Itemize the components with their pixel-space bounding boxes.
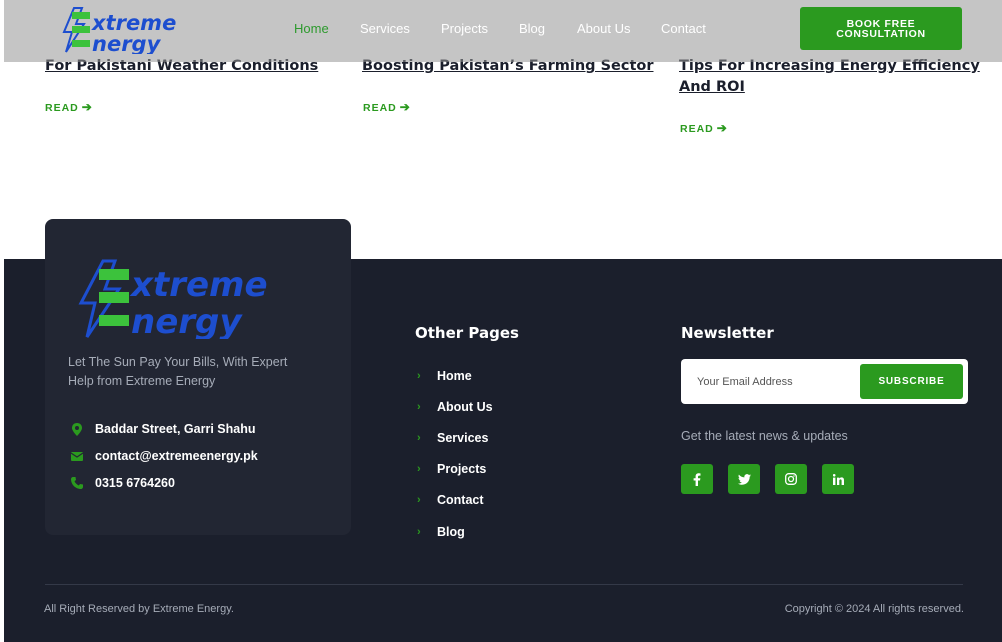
footer-link-projects[interactable]: › Projects bbox=[414, 454, 493, 485]
chevron-right-icon: › bbox=[417, 525, 421, 538]
post-title-line: And ROI bbox=[679, 79, 745, 95]
chevron-right-icon: › bbox=[417, 400, 421, 413]
other-pages-title: Other Pages bbox=[415, 324, 519, 342]
email-text: contact@extremeenergy.pk bbox=[95, 449, 258, 463]
nav-contact[interactable]: Contact bbox=[661, 21, 706, 36]
extreme-energy-logo[interactable]: xtreme nergy bbox=[60, 6, 190, 54]
footer-link-about-us[interactable]: › About Us bbox=[414, 391, 493, 422]
newsletter-subtext: Get the latest news & updates bbox=[681, 429, 848, 443]
footer-link-label: Home bbox=[437, 368, 472, 383]
instagram-icon[interactable] bbox=[775, 464, 807, 494]
footer-links: › Home › About Us › Services › Projects › Con… bbox=[414, 360, 493, 547]
address-text: Baddar Street, Garri Shahu bbox=[95, 422, 256, 436]
twitter-icon[interactable] bbox=[728, 464, 760, 494]
footer-tagline: Let The Sun Pay Your Bills, With Expert … bbox=[68, 355, 288, 388]
footer-link-label: Services bbox=[437, 430, 489, 445]
footer-link-label: Contact bbox=[437, 493, 484, 508]
facebook-icon[interactable] bbox=[681, 464, 713, 494]
nav-services[interactable]: Services bbox=[360, 21, 410, 36]
footer-divider bbox=[45, 584, 963, 585]
book-consultation-button[interactable]: BOOK FREE CONSULTATION bbox=[800, 7, 962, 50]
chevron-right-icon: › bbox=[417, 431, 421, 444]
read-link[interactable]: READ ➔ bbox=[680, 121, 728, 135]
phone-icon bbox=[67, 475, 87, 491]
linkedin-icon[interactable] bbox=[822, 464, 854, 494]
svg-text:nergy: nergy bbox=[92, 32, 162, 54]
footer-link-label: Projects bbox=[437, 462, 487, 477]
arrow-right-icon: ➔ bbox=[399, 100, 411, 114]
arrow-right-icon: ➔ bbox=[81, 100, 93, 114]
footer-link-blog[interactable]: › Blog bbox=[414, 516, 493, 547]
extreme-energy-logo[interactable]: xtreme nergy bbox=[77, 259, 285, 339]
subscribe-button[interactable]: SUBSCRIBE bbox=[860, 364, 963, 399]
nav-about-us[interactable]: About Us bbox=[577, 21, 630, 36]
footer-link-services[interactable]: › Services bbox=[414, 422, 493, 453]
arrow-right-icon: ➔ bbox=[716, 121, 728, 135]
footer-link-label: About Us bbox=[437, 399, 493, 414]
book-button-line: CONSULTATION bbox=[836, 28, 926, 40]
envelope-icon bbox=[67, 448, 87, 464]
read-link[interactable]: READ ➔ bbox=[45, 100, 93, 114]
post-title[interactable]: Tips For Increasing Energy Efficiency An… bbox=[679, 56, 980, 98]
copyright-left: All Right Reserved by Extreme Energy. bbox=[44, 603, 234, 615]
address-row: Baddar Street, Garri Shahu bbox=[67, 421, 255, 437]
newsletter-form: SUBSCRIBE bbox=[681, 359, 968, 404]
social-links bbox=[681, 464, 869, 494]
chevron-right-icon: › bbox=[417, 463, 421, 476]
phone-text: 0315 6764260 bbox=[95, 476, 175, 490]
chevron-right-icon: › bbox=[417, 494, 421, 507]
read-link[interactable]: READ ➔ bbox=[363, 100, 411, 114]
footer-link-label: Blog bbox=[437, 524, 465, 539]
location-pin-icon bbox=[67, 421, 87, 437]
email-row[interactable]: contact@extremeenergy.pk bbox=[67, 448, 258, 464]
copyright-right: Copyright © 2024 All rights reserved. bbox=[784, 603, 964, 615]
footer-brand-card: xtreme nergy Let The Sun Pay Your Bills,… bbox=[45, 219, 351, 535]
site-header: xtreme nergy Home Services Projects Blog… bbox=[4, 0, 1002, 62]
footer-link-contact[interactable]: › Contact bbox=[414, 485, 493, 516]
nav-home[interactable]: Home bbox=[294, 21, 329, 36]
nav-projects[interactable]: Projects bbox=[441, 21, 488, 36]
chevron-right-icon: › bbox=[417, 369, 421, 382]
newsletter-title: Newsletter bbox=[681, 324, 774, 342]
newsletter-email-input[interactable] bbox=[681, 359, 856, 404]
svg-text:nergy: nergy bbox=[131, 302, 243, 339]
footer-link-home[interactable]: › Home bbox=[414, 360, 493, 391]
phone-row[interactable]: 0315 6764260 bbox=[67, 475, 175, 491]
nav-blog[interactable]: Blog bbox=[519, 21, 545, 36]
svg-text:xtreme: xtreme bbox=[129, 265, 268, 305]
